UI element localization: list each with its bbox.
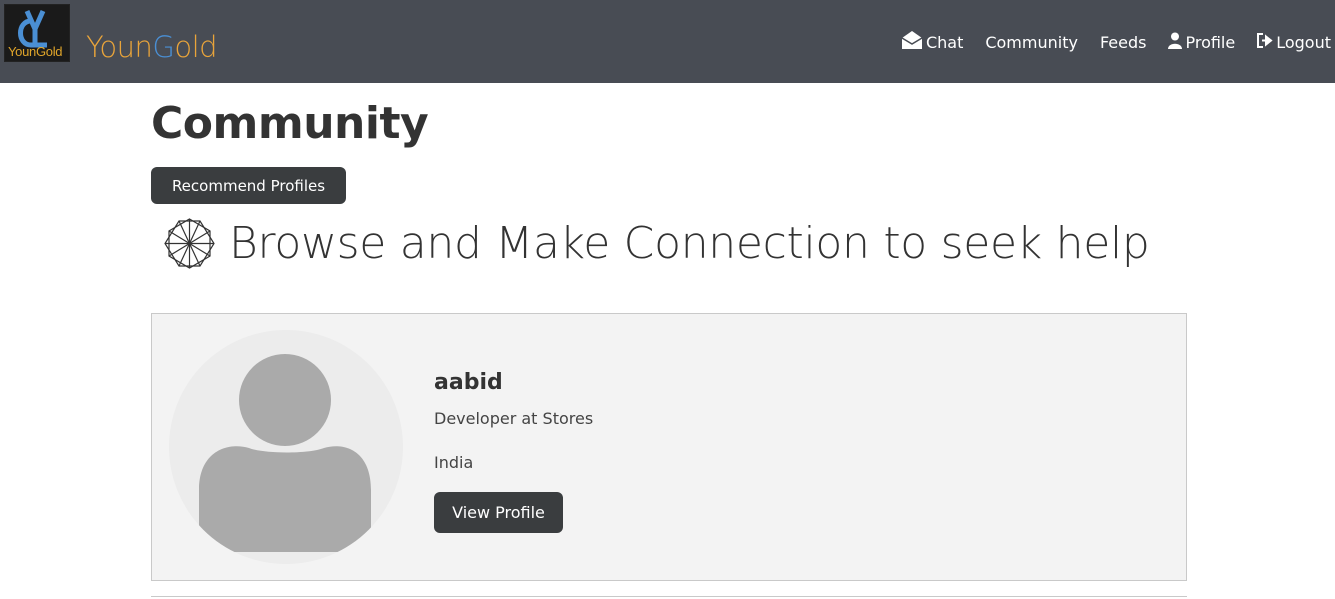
brand-name[interactable]: YounGold [86,30,218,64]
profile-name: aabid [434,370,503,395]
browse-heading: Browse and Make Connection to seek help [229,218,1150,269]
nav-profile[interactable]: Profile [1168,32,1235,53]
nav-profile-label: Profile [1185,32,1236,52]
main-nav: Chat Community Feeds Profile Logout [879,30,1331,54]
recommend-profiles-button[interactable]: Recommend Profiles [151,167,346,204]
nav-community-label: Community [985,32,1078,52]
profile-role: Developer at Stores [434,409,594,428]
brand-part-3: old [174,30,218,64]
profile-location: India [434,453,474,472]
nav-chat[interactable]: Chat [901,30,963,54]
nav-logout-label: Logout [1276,32,1331,52]
nav-chat-label: Chat [925,32,964,52]
top-navbar: YounGold YounGold Chat Community Feeds P… [0,0,1335,83]
page-title: Community [151,98,429,149]
logo-caption: YounGold [8,44,63,59]
brand-part-1: Youn [86,30,153,64]
nav-feeds-label: Feeds [1099,32,1147,52]
logout-icon [1257,32,1273,52]
nav-community[interactable]: Community [985,33,1078,52]
envelope-open-icon [901,30,923,54]
nav-feeds[interactable]: Feeds [1100,33,1147,52]
card-divider [151,596,1187,597]
profile-card: aabid Developer at Stores India View Pro… [151,313,1187,581]
network-hexagon-icon [164,218,215,269]
browse-heading-row: Browse and Make Connection to seek help [162,216,1150,271]
nav-logout[interactable]: Logout [1257,32,1331,52]
user-icon [1168,32,1183,53]
logo[interactable]: YounGold [4,4,70,62]
default-avatar-icon [169,330,403,564]
view-profile-button[interactable]: View Profile [434,492,563,533]
brand-part-2: G [152,30,175,64]
